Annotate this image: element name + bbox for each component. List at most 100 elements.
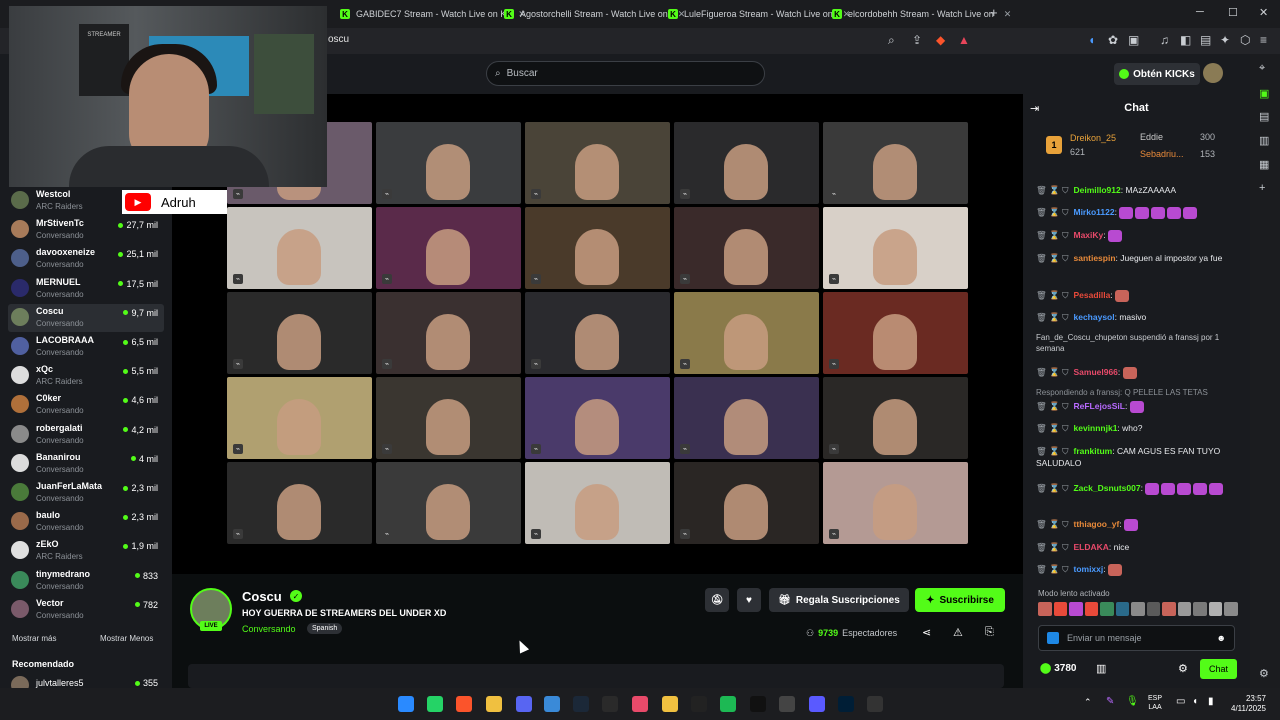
vpn-icon[interactable]: ⬡ [1240, 33, 1250, 47]
app-icon[interactable] [809, 696, 825, 712]
mod-actions-icon[interactable]: 🗑︎ ⌛ ⛉ [1036, 483, 1068, 493]
extension-icon[interactable]: ✿ [1108, 33, 1118, 47]
chat-username[interactable]: Samuel966 [1073, 367, 1117, 377]
chat-username[interactable]: frankitum [1073, 446, 1112, 456]
tab-close-icon[interactable]: ✕ [1004, 9, 1012, 20]
chat-message[interactable]: 🗑︎ ⌛ ⛉ kechaysol: masivo [1036, 311, 1236, 323]
steam-icon[interactable] [573, 696, 589, 712]
sidebar-channel-row[interactable]: xQc ARC Raiders 5,5 mil [8, 362, 164, 390]
whatsapp-icon[interactable] [427, 696, 443, 712]
tiktok-icon[interactable] [750, 696, 766, 712]
panel-app-icon[interactable]: ▤ [1259, 110, 1269, 123]
chat-username[interactable]: Zack_Dsnuts007 [1073, 483, 1140, 493]
chat-username[interactable]: Mirko1122 [1073, 207, 1114, 217]
chat-username[interactable]: tthiagoo_yf [1073, 519, 1119, 529]
mod-actions-icon[interactable]: 🗑︎ ⌛ ⛉ [1036, 542, 1068, 552]
chat-message[interactable]: 🗑︎ ⌛ ⛉ tthiagoo_yf: [1036, 518, 1236, 531]
emote-icon[interactable] [1115, 602, 1130, 616]
new-tab-button[interactable]: + [990, 5, 998, 20]
discord-icon[interactable] [516, 696, 532, 712]
chat-message[interactable]: 🗑︎ ⌛ ⛉ kevinnnjk1: who? [1036, 422, 1236, 434]
network-icon[interactable]: ▭ [1176, 696, 1185, 707]
sidebar-channel-row[interactable]: MERNUEL Conversando 17,5 mil [8, 275, 164, 303]
obs-icon[interactable] [779, 696, 795, 712]
emote-icon[interactable] [1131, 602, 1145, 616]
photos-icon[interactable] [544, 696, 560, 712]
mod-actions-icon[interactable]: 🗑︎ ⌛ ⛉ [1036, 564, 1068, 574]
sidebar-toggle-icon[interactable]: ◧ [1180, 33, 1191, 47]
chat-message[interactable]: 🗑︎ ⌛ ⛉ santiespin: Jueguen al impostor ya… [1036, 252, 1236, 264]
chat-message[interactable]: 🗑︎ ⌛ ⛉ Zack_Dsnuts007: [1036, 482, 1236, 495]
app-icon[interactable] [867, 696, 883, 712]
minimize-button[interactable]: ─ [1196, 6, 1204, 18]
chat-username[interactable]: kechaysol [1073, 312, 1114, 322]
mod-actions-icon[interactable]: 🗑︎ ⌛ ⛉ [1036, 446, 1068, 456]
share-icon[interactable]: ⋖ [922, 626, 931, 639]
microphone-icon[interactable]: 🎙︎ [1126, 696, 1139, 707]
mod-actions-icon[interactable]: 🗑︎ ⌛ ⛉ [1036, 230, 1068, 240]
clock[interactable]: 23:57 4/11/2025 [1226, 694, 1266, 714]
sidebar-channel-row[interactable]: JuanFerLaMata Conversando 2,3 mil [8, 479, 164, 507]
streamer-name[interactable]: Coscu [242, 589, 282, 604]
mod-actions-icon[interactable]: 🗑︎ ⌛ ⛉ [1036, 185, 1068, 195]
maximize-button[interactable]: ☐ [1228, 6, 1238, 19]
panel-app-icon[interactable]: ▦ [1259, 158, 1269, 171]
input-language[interactable]: ESP LAA [1148, 694, 1162, 712]
sidebar-channel-row[interactable]: C0ker Conversando 4,6 mil [8, 391, 164, 419]
app-icon[interactable] [662, 696, 678, 712]
language-tag[interactable]: Spanish [307, 623, 343, 634]
category-link[interactable]: Conversando [242, 624, 296, 634]
url-field[interactable]: oscu [328, 34, 349, 45]
brave-icon[interactable] [456, 696, 472, 712]
follow-button[interactable]: ♥ [737, 588, 761, 612]
chat-username[interactable]: ReFLejosSiL [1073, 401, 1124, 411]
emote-icon[interactable] [1193, 602, 1207, 616]
emote-icon[interactable] [1038, 602, 1052, 616]
mod-actions-icon[interactable]: 🗑︎ ⌛ ⛉ [1036, 312, 1068, 322]
chat-username[interactable]: kevinnnjk1 [1073, 423, 1117, 433]
chat-message[interactable]: 🗑︎ ⌛ ⛉ ReFLejosSiL: [1036, 400, 1236, 413]
sidebar-channel-row[interactable]: Coscu Conversando 9,7 mil [8, 303, 164, 332]
mod-actions-icon[interactable]: 🗑︎ ⌛ ⛉ [1036, 253, 1068, 263]
sidebar-channel-row[interactable]: tinymedrano Conversando 833 [8, 567, 164, 595]
emote-icon[interactable] [1100, 602, 1114, 616]
emote-icon[interactable] [1084, 602, 1099, 616]
chat-username[interactable]: Pesadilla [1073, 290, 1110, 300]
app-icon[interactable] [632, 696, 648, 712]
emote-icon[interactable] [1224, 602, 1238, 616]
emote-icon[interactable] [1162, 602, 1176, 616]
chat-message[interactable]: 🗑︎ ⌛ ⛉ Pesadilla: [1036, 289, 1236, 302]
close-window-button[interactable]: ✕ [1259, 6, 1268, 19]
mod-actions-icon[interactable]: 🗑︎ ⌛ ⛉ [1036, 423, 1068, 433]
mod-actions-icon[interactable]: 🗑︎ ⌛ ⛉ [1036, 207, 1068, 217]
emote-icon[interactable] [1177, 602, 1192, 616]
sidebar-channel-row[interactable]: baulo Conversando 2,3 mil [8, 508, 164, 536]
windows-start-icon[interactable] [398, 696, 414, 712]
sidebar-channel-row[interactable]: robergalati Conversando 4,2 mil [8, 421, 164, 449]
panel-app-icon[interactable]: ▣ [1259, 87, 1269, 100]
channel-points[interactable]: ⬤ 3780 [1040, 663, 1076, 674]
emoji-icon[interactable]: ☻ [1217, 633, 1226, 643]
panel-app-icon[interactable]: ▥ [1259, 134, 1269, 147]
chat-message[interactable]: 🗑︎ ⌛ ⛉ Samuel966: [1036, 366, 1236, 379]
show-more-link[interactable]: Mostrar más [12, 634, 56, 643]
sidebar-channel-row[interactable]: zEkO ARC Raiders 1,9 mil [8, 537, 164, 565]
chat-message[interactable]: 🗑︎ ⌛ ⛉ MaxiKy: [1036, 229, 1236, 242]
menu-icon[interactable]: ≡ [1260, 33, 1267, 47]
chat-username[interactable]: tomixxj [1073, 564, 1103, 574]
chat-username[interactable]: ELDAKA [1073, 542, 1108, 552]
terminal-icon[interactable] [602, 696, 618, 712]
leo-icon[interactable]: ✦ [1220, 33, 1230, 47]
spotify-icon[interactable] [720, 696, 736, 712]
sidebar-channel-row[interactable]: Bananirou Conversando 4 mil [8, 450, 164, 478]
sidebar-channel-row[interactable]: davooxeneize Conversando 25,1 mil [8, 245, 164, 273]
wallet-icon[interactable]: ▤ [1200, 33, 1211, 47]
chat-username[interactable]: MaxiKy [1073, 230, 1103, 240]
zoom-icon[interactable]: ⌕ [888, 33, 895, 48]
music-icon[interactable]: ♫ [1160, 33, 1169, 47]
add-panel-icon[interactable]: + [1259, 182, 1265, 194]
chat-username[interactable]: Deimillo912 [1073, 185, 1120, 195]
chat-message[interactable]: 🗑︎ ⌛ ⛉ Deimillo912: MAzZAAAAA [1036, 184, 1236, 196]
tray-app-icon[interactable]: ✎ [1106, 696, 1114, 707]
send-chat-button[interactable]: Chat [1200, 659, 1237, 679]
